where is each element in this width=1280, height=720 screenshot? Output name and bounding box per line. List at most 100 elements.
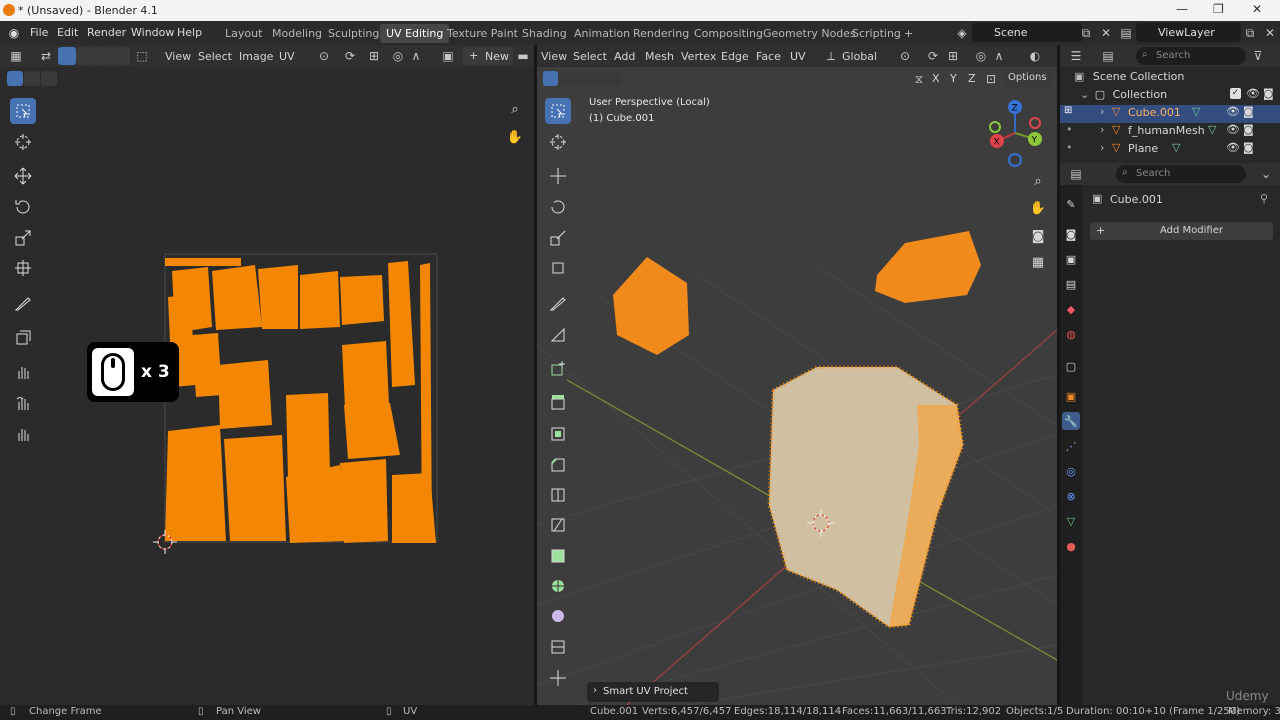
eye-icon[interactable]: 👁 (1226, 141, 1240, 154)
inset-tool[interactable] (545, 421, 571, 447)
spin-tool[interactable] (545, 573, 571, 599)
pan-hand-icon[interactable]: ✋ (1027, 197, 1049, 219)
smooth-tool[interactable] (545, 603, 571, 629)
maximize-button[interactable]: ❐ (1213, 2, 1224, 16)
scale-tool[interactable] (545, 225, 571, 251)
shrink-fatten-tool[interactable] (545, 665, 571, 691)
collection-row[interactable]: ⌄ ▢ Collection ✓ 👁 ◙ (1080, 87, 1280, 106)
add-workspace-button[interactable]: + (898, 24, 919, 43)
add-cube-tool[interactable] (545, 356, 571, 382)
eye-icon[interactable]: 👁 (1226, 105, 1240, 118)
camera-icon[interactable]: ◙ (1243, 123, 1254, 136)
camera-icon[interactable]: ◙ (1243, 141, 1254, 154)
gizmo-neg-z[interactable] (1008, 153, 1022, 167)
delete-viewlayer-icon[interactable]: ✕ (1262, 25, 1278, 41)
delete-scene-icon[interactable]: ✕ (1098, 25, 1114, 41)
outliner[interactable]: ☰ ▤ ⌕ Search ⊽ ▣ Scene Collection ⌄ ▢ Co… (1060, 45, 1280, 163)
view-layer-tab-icon[interactable]: ▤ (1062, 275, 1080, 293)
editor-type-icon[interactable]: ☰ (1068, 48, 1084, 64)
display-mode-icon[interactable]: ▤ (1100, 48, 1116, 64)
tab-animation[interactable]: Animation (568, 24, 636, 43)
tool-tab-icon[interactable]: ✎ (1062, 195, 1080, 213)
perspective-toggle-icon[interactable]: ▦ (1027, 251, 1049, 273)
world-tab-icon[interactable]: ◍ (1062, 325, 1080, 343)
collection-tab-icon[interactable]: ▢ (1062, 357, 1080, 375)
viewlayer-field[interactable]: ViewLayer (1136, 23, 1241, 42)
tab-sculpting[interactable]: Sculpting (322, 24, 385, 43)
bevel-tool[interactable] (545, 452, 571, 478)
menu-file[interactable]: File (30, 26, 48, 39)
tab-modeling[interactable]: Modeling (266, 24, 328, 43)
properties-search-field[interactable]: ⌕ Search (1116, 165, 1246, 183)
editor-type-icon[interactable]: ▤ (1068, 166, 1084, 182)
menu-window[interactable]: Window (131, 26, 174, 39)
outliner-item-cube-001[interactable]: ⊞ › ▽ Cube.001 ▽ 👁 ◙ (1060, 105, 1280, 123)
properties-editor[interactable]: ▤ ⌕ Search ⌄ ✎ ◙ ▣ ▤ ◆ ◍ ▢ ▣ 🔧 ⋰ ◎ ⊗ ▽ ●… (1060, 163, 1280, 705)
add-modifier-button[interactable]: + Add Modifier (1090, 222, 1273, 240)
outliner-item-f-humanmesh[interactable]: • › ▽ f_humanMesh ▽ 👁 ◙ (1060, 123, 1280, 141)
collection-checkbox[interactable]: ✓ (1230, 88, 1241, 99)
particles-tab-icon[interactable]: ⋰ (1062, 437, 1080, 455)
3d-viewport[interactable]: View Select Add Mesh Vertex Edge Face UV… (537, 45, 1057, 705)
object-tab-icon[interactable]: ▣ (1062, 387, 1080, 405)
physics-tab-icon[interactable]: ◎ (1062, 462, 1080, 480)
outliner-item-plane[interactable]: • › ▽ Plane ▽ 👁 ◙ (1060, 141, 1280, 159)
close-button[interactable]: ✕ (1252, 2, 1262, 16)
zoom-icon[interactable]: ⌕ (1027, 170, 1049, 192)
menu-render[interactable]: Render (87, 26, 126, 39)
tab-texture-paint[interactable]: Texture Paint (441, 24, 524, 43)
new-viewlayer-icon[interactable]: ⧉ (1242, 25, 1258, 41)
transform-tool[interactable] (545, 255, 571, 281)
minimize-button[interactable]: — (1176, 2, 1188, 16)
eye-icon[interactable]: 👁 (1226, 123, 1240, 136)
tab-shading[interactable]: Shading (516, 24, 573, 43)
scene-icon[interactable]: ◈ (954, 25, 970, 41)
viewlayer-icon[interactable]: ▤ (1118, 25, 1134, 41)
pin-icon[interactable]: ⚲ (1260, 192, 1268, 205)
rotate-tool[interactable] (545, 194, 571, 220)
viewport-scene[interactable]: Z Y X (537, 45, 1057, 705)
scene-collection-row[interactable]: ▣ Scene Collection (1074, 70, 1184, 88)
move-tool[interactable] (545, 163, 571, 189)
menu-help[interactable]: Help (177, 26, 202, 39)
outliner-search-field[interactable]: ⌕ Search (1136, 47, 1246, 65)
tab-rendering[interactable]: Rendering (627, 24, 695, 43)
cursor-tool[interactable] (545, 129, 571, 155)
data-tab-icon[interactable]: ▽ (1062, 512, 1080, 530)
select-box-tool[interactable] (545, 98, 571, 124)
tab-layout[interactable]: Layout (219, 24, 268, 43)
render-tab-icon[interactable]: ◙ (1062, 225, 1080, 243)
scene-tab-icon[interactable]: ◆ (1062, 300, 1080, 318)
gizmo-neg-y[interactable] (989, 121, 1001, 133)
blender-menu-icon[interactable]: ◉ (6, 25, 22, 41)
area-divider[interactable] (1057, 45, 1060, 705)
uv-canvas[interactable] (0, 45, 534, 705)
chevron-down-icon[interactable]: ⌄ (1258, 166, 1274, 182)
constraints-tab-icon[interactable]: ⊗ (1062, 487, 1080, 505)
menu-edit[interactable]: Edit (57, 26, 78, 39)
material-tab-icon[interactable]: ● (1062, 537, 1080, 555)
area-divider[interactable] (534, 45, 537, 705)
gizmo-neg-x[interactable] (1029, 117, 1041, 129)
navigation-gizmo[interactable]: Z Y X (989, 100, 1042, 167)
uv-editor[interactable]: ▦ ⇄ ⬚ View Select Image UV ⊙ ⟳ ⊞ ◎ ∧ ▣ +… (0, 45, 534, 705)
new-scene-icon[interactable]: ⧉ (1078, 25, 1094, 41)
camera-icon[interactable]: ◙ (1263, 87, 1274, 100)
knife-tool[interactable] (545, 512, 571, 538)
poly-build-tool[interactable] (545, 543, 571, 569)
last-operator-panel[interactable]: › Smart UV Project (587, 682, 719, 702)
scene-field[interactable]: Scene (972, 23, 1082, 42)
measure-tool[interactable] (545, 322, 571, 348)
edit-mode-icon[interactable]: ⊞ (1064, 105, 1072, 116)
edge-slide-tool[interactable] (545, 634, 571, 660)
eye-icon[interactable]: 👁 (1246, 87, 1260, 100)
extrude-tool[interactable] (545, 389, 571, 415)
filter-icon[interactable]: ⊽ (1250, 48, 1266, 64)
tab-uv-editing[interactable]: UV Editing (380, 24, 450, 43)
camera-view-icon[interactable]: ◙ (1027, 225, 1049, 247)
annotate-tool[interactable] (545, 290, 571, 316)
camera-icon[interactable]: ◙ (1243, 105, 1254, 118)
output-tab-icon[interactable]: ▣ (1062, 250, 1080, 268)
modifier-tab-icon[interactable]: 🔧 (1062, 412, 1080, 430)
loop-cut-tool[interactable] (545, 482, 571, 508)
